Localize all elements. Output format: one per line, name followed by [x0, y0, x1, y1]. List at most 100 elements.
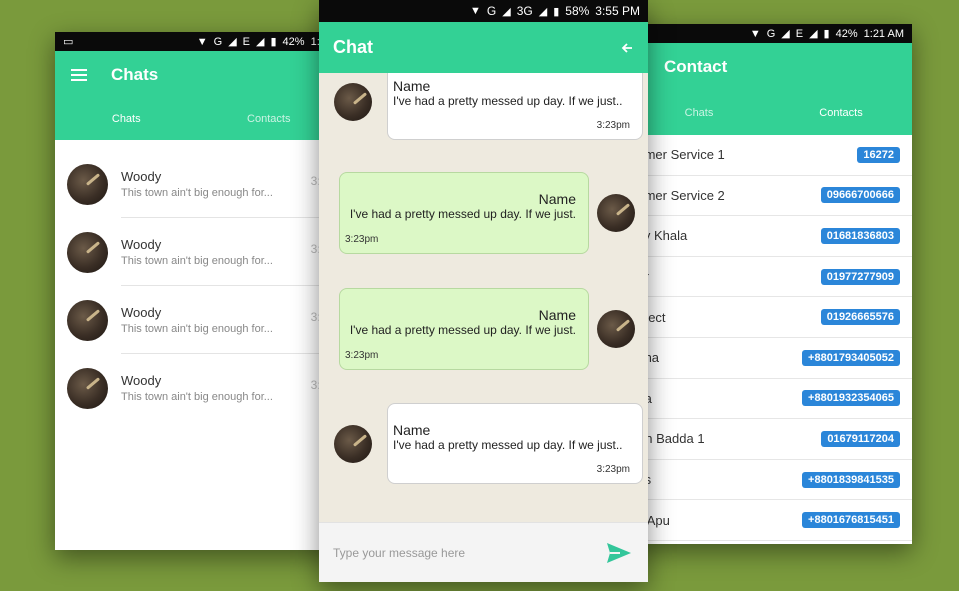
contact-name: Woody	[121, 304, 162, 320]
status-bar: ▭ ▼ G ◢ E ◢ ▮ 42% 1:21	[55, 32, 340, 51]
chat-list-item[interactable]: Woody This town ain't big enough for... …	[55, 218, 340, 286]
outgoing-message: Name I've had a pretty messed up day. If…	[319, 172, 648, 254]
message-composer	[319, 522, 648, 582]
phone-number-badge: +8801676815451	[802, 512, 900, 529]
page-title: Chats	[111, 64, 159, 84]
phone-number-badge: 01681836803	[820, 227, 900, 244]
avatar	[67, 163, 108, 205]
message-text: I've had a pretty messed up day. If we j…	[349, 323, 576, 337]
message-time: 3:23pm	[596, 464, 630, 475]
battery-level: 42%	[282, 35, 305, 48]
page-title: Contact	[664, 56, 728, 76]
contacts-screen: ▼ G ◢ E ◢ ▮ 42% 1:21 AM Contact Chats Co…	[628, 24, 912, 544]
sender-name: Name	[538, 191, 576, 207]
sender-name: Name	[393, 78, 431, 94]
tab-chats[interactable]: Chats	[628, 107, 770, 119]
sender-name: Name	[538, 307, 576, 323]
phone-number-badge: 16272	[857, 146, 900, 163]
message-text: I've had a pretty messed up day. If we j…	[393, 438, 623, 452]
clock: 1:21 AM	[863, 27, 904, 40]
chat-list-item[interactable]: Woody This town ain't big enough for... …	[55, 150, 340, 218]
contact-list-item[interactable]: umon Badda 1 01679117204	[628, 419, 912, 460]
screenshot-icon: ▭	[63, 36, 74, 48]
incoming-message: Name I've had a pretty messed up day. If…	[319, 403, 648, 484]
contact-list-item[interactable]: connect 01926665576	[628, 297, 912, 338]
chat-list-item[interactable]: Woody This town ain't big enough for... …	[55, 354, 340, 422]
message-preview: This town ain't big enough for...	[121, 186, 273, 199]
network-type: G	[213, 35, 223, 48]
tab-chats[interactable]: Chats	[55, 113, 198, 125]
clock: 3:55 PM	[595, 4, 640, 18]
phone-number-badge: 01679117204	[821, 430, 900, 447]
avatar	[597, 194, 635, 232]
message-time: 3:23pm	[345, 350, 379, 361]
network-type-2: E	[242, 35, 251, 48]
message-bubble[interactable]: Name I've had a pretty messed up day. If…	[387, 73, 643, 140]
avatar	[597, 310, 635, 348]
avatar	[67, 367, 108, 409]
contact-list-item[interactable]: abina +8801932354065	[628, 379, 912, 420]
contact-list: ustomer Service 1 16272 ustomer Service …	[628, 135, 912, 541]
network-type-2: E	[795, 27, 804, 40]
contact-list-item[interactable]: nosi Apu +8801676815451	[628, 500, 912, 541]
chats-screen: ▭ ▼ G ◢ E ◢ ▮ 42% 1:21 Chats Chats Conta…	[55, 32, 340, 550]
tab-contacts[interactable]: Contacts	[770, 107, 912, 119]
contact-list-item[interactable]: anjana +8801793405052	[628, 338, 912, 379]
message-text: I've had a pretty messed up day. If we j…	[393, 94, 623, 108]
network-type: G	[766, 27, 776, 40]
chat-list-item[interactable]: Woody This town ain't big enough for... …	[55, 286, 340, 354]
chat-screen: ▼ G ◢ 3G ◢ ▮ 58% 3:55 PM Chat Name I've …	[319, 0, 648, 582]
message-preview: This town ain't big enough for...	[121, 391, 273, 403]
message-preview: This town ain't big enough for...	[121, 254, 273, 267]
message-input[interactable]	[333, 545, 604, 560]
message-preview: This town ain't big enough for...	[121, 322, 273, 335]
contact-list-item[interactable]: ustomer Service 2 09666700666	[628, 176, 912, 217]
tab-bar: Chats Contacts	[628, 90, 912, 135]
phone-number-badge: 01926665576	[820, 309, 900, 326]
outgoing-message: Name I've had a pretty messed up day. If…	[319, 288, 648, 370]
signal-icon: ◢	[502, 5, 511, 18]
phone-number-badge: 01977277909	[820, 268, 900, 285]
contact-name: Woody	[121, 168, 162, 184]
contact-list-item[interactable]: irjhor 01977277909	[628, 257, 912, 298]
back-arrow-icon[interactable]	[620, 41, 634, 55]
chat-list: Woody This town ain't big enough for... …	[55, 140, 340, 422]
avatar	[334, 424, 372, 463]
message-bubble[interactable]: Name I've had a pretty messed up day. If…	[387, 403, 643, 484]
sender-name: Name	[393, 422, 431, 438]
conversation: Name I've had a pretty messed up day. If…	[319, 73, 648, 522]
message-time: 3:23pm	[345, 234, 379, 245]
message-bubble[interactable]: Name I've had a pretty messed up day. If…	[339, 288, 589, 370]
contact-name: Woody	[121, 236, 162, 252]
message-text: I've had a pretty messed up day. If we j…	[349, 207, 576, 221]
battery-level: 58%	[565, 4, 590, 18]
contact-name: Woody	[121, 373, 162, 388]
avatar	[67, 299, 108, 341]
send-icon[interactable]	[604, 538, 634, 568]
avatar	[334, 82, 372, 121]
network-type: G	[486, 4, 497, 18]
message-bubble[interactable]: Name I've had a pretty messed up day. If…	[339, 172, 589, 254]
contact-list-item[interactable]: ovely Khala 01681836803	[628, 216, 912, 257]
signal-icon: ◢	[781, 28, 790, 40]
phone-number-badge: +8801839841535	[802, 471, 900, 488]
page-title: Chat	[333, 37, 373, 57]
signal-icon-2: ◢	[809, 28, 818, 40]
signal-icon-2: ◢	[538, 5, 548, 18]
avatar	[67, 231, 108, 273]
message-time: 3:23pm	[596, 120, 630, 131]
status-bar: ▼ G ◢ 3G ◢ ▮ 58% 3:55 PM	[319, 0, 648, 22]
battery-icon: ▮	[553, 5, 560, 18]
app-toolbar: Chat	[319, 22, 648, 73]
contact-list-item[interactable]: ailors +8801839841535	[628, 460, 912, 501]
signal-icon: ◢	[228, 36, 237, 48]
contact-list-item[interactable]: ustomer Service 1 16272	[628, 135, 912, 176]
status-bar: ▼ G ◢ E ◢ ▮ 42% 1:21 AM	[628, 24, 912, 43]
wifi-icon: ▼	[749, 27, 761, 40]
battery-icon: ▮	[823, 28, 830, 40]
menu-icon[interactable]	[71, 68, 87, 81]
battery-level: 42%	[835, 27, 858, 40]
incoming-message: Name I've had a pretty messed up day. If…	[319, 73, 648, 140]
phone-number-badge: +8801932354065	[802, 390, 900, 407]
app-toolbar: Contact	[628, 43, 912, 90]
